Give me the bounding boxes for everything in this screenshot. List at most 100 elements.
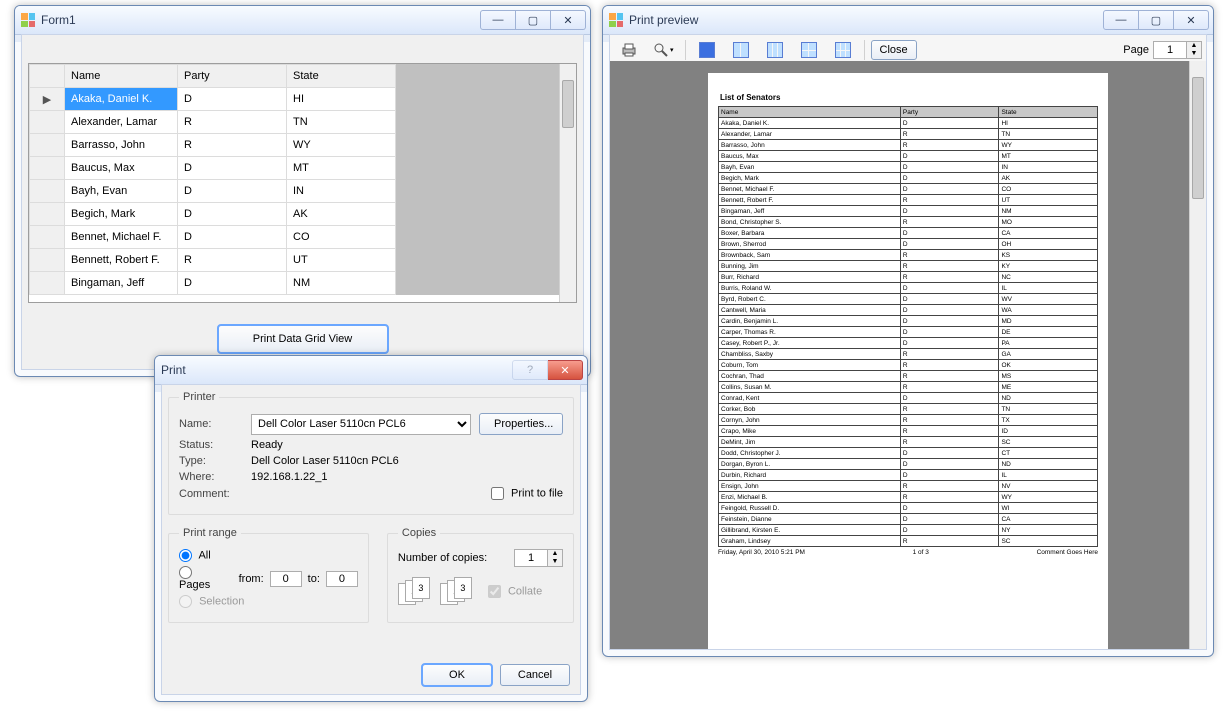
cell-state[interactable]: CO: [287, 226, 396, 249]
maximize-button[interactable]: ▢: [516, 10, 551, 30]
cell-name[interactable]: Baucus, Max: [65, 157, 178, 180]
preview-close-button[interactable]: Close: [871, 40, 917, 60]
table-row[interactable]: Bennet, Michael F.DCO: [30, 226, 560, 249]
cell-party[interactable]: R: [178, 249, 287, 272]
cell-name[interactable]: Begich, Mark: [65, 203, 178, 226]
print-icon[interactable]: [614, 39, 644, 61]
report-header-name: Name: [719, 107, 901, 118]
cell-party[interactable]: D: [178, 226, 287, 249]
table-row[interactable]: Barrasso, JohnRWY: [30, 134, 560, 157]
cancel-button[interactable]: Cancel: [500, 664, 570, 686]
row-header[interactable]: [30, 272, 65, 295]
form1-titlebar[interactable]: Form1 — ▢ ✕: [15, 6, 590, 35]
table-row[interactable]: Baucus, MaxDMT: [30, 157, 560, 180]
page-down[interactable]: ▼: [1187, 50, 1201, 58]
numcopies-input[interactable]: [514, 549, 548, 567]
grid-corner[interactable]: [30, 65, 65, 88]
numcopies-up[interactable]: ▲: [548, 550, 562, 558]
range-all-label: All: [198, 549, 210, 561]
one-page-icon[interactable]: [692, 39, 722, 61]
preview-titlebar[interactable]: Print preview — ▢ ✕: [603, 6, 1213, 35]
report-cell-name: Casey, Robert P., Jr.: [719, 338, 901, 349]
grid-header-name[interactable]: Name: [65, 65, 178, 88]
cell-party[interactable]: D: [178, 88, 287, 111]
cell-party[interactable]: D: [178, 180, 287, 203]
print-preview-window: Print preview — ▢ ✕ ▾ Close Page: [602, 5, 1214, 657]
report-cell-state: CT: [999, 448, 1098, 459]
table-row[interactable]: Bayh, EvanDIN: [30, 180, 560, 203]
printer-properties-button[interactable]: Properties...: [479, 413, 563, 435]
row-header[interactable]: [30, 111, 65, 134]
cell-state[interactable]: UT: [287, 249, 396, 272]
printer-name-select[interactable]: Dell Color Laser 5110cn PCL6: [251, 414, 471, 435]
page-up[interactable]: ▲: [1187, 42, 1201, 50]
minimize-button[interactable]: —: [1103, 10, 1139, 30]
cell-state[interactable]: MT: [287, 157, 396, 180]
page-input[interactable]: [1153, 41, 1187, 59]
table-row[interactable]: ▶Akaka, Daniel K.DHI: [30, 88, 560, 111]
row-header[interactable]: [30, 157, 65, 180]
to-label: to:: [308, 573, 320, 585]
cell-state[interactable]: HI: [287, 88, 396, 111]
report-cell-state: GA: [999, 349, 1098, 360]
cell-party[interactable]: D: [178, 157, 287, 180]
numcopies-spinner[interactable]: ▲▼: [514, 549, 563, 567]
cell-party[interactable]: R: [178, 134, 287, 157]
cell-name[interactable]: Bayh, Evan: [65, 180, 178, 203]
two-page-icon[interactable]: [726, 39, 756, 61]
preview-title: Print preview: [629, 13, 1097, 27]
row-header[interactable]: [30, 180, 65, 203]
cell-party[interactable]: R: [178, 111, 287, 134]
row-header[interactable]: [30, 203, 65, 226]
table-row[interactable]: Bingaman, JeffDNM: [30, 272, 560, 295]
grid-header-party[interactable]: Party: [178, 65, 287, 88]
row-header[interactable]: [30, 134, 65, 157]
grid-scrollbar[interactable]: [559, 64, 576, 302]
range-to-input[interactable]: [326, 571, 358, 587]
page-spinner[interactable]: ▲▼: [1153, 41, 1202, 59]
cell-state[interactable]: AK: [287, 203, 396, 226]
report-cell-party: R: [900, 481, 999, 492]
cell-name[interactable]: Barrasso, John: [65, 134, 178, 157]
cell-name[interactable]: Bennet, Michael F.: [65, 226, 178, 249]
grid-header-state[interactable]: State: [287, 65, 396, 88]
table-row[interactable]: Alexander, LamarRTN: [30, 111, 560, 134]
cell-name[interactable]: Akaka, Daniel K.: [65, 88, 178, 111]
range-all-radio[interactable]: [179, 549, 192, 562]
table-row[interactable]: Bennett, Robert F.RUT: [30, 249, 560, 272]
row-header[interactable]: [30, 249, 65, 272]
preview-scrollbar[interactable]: [1189, 61, 1206, 649]
printdlg-titlebar[interactable]: Print ? ✕: [155, 356, 587, 385]
cell-state[interactable]: TN: [287, 111, 396, 134]
cell-fill: [396, 203, 560, 226]
ok-button[interactable]: OK: [422, 664, 492, 686]
range-pages-radio[interactable]: [179, 566, 192, 579]
close-button[interactable]: ✕: [551, 10, 586, 30]
cell-state[interactable]: NM: [287, 272, 396, 295]
cell-name[interactable]: Bingaman, Jeff: [65, 272, 178, 295]
cell-name[interactable]: Alexander, Lamar: [65, 111, 178, 134]
print-data-grid-view-button[interactable]: Print Data Grid View: [218, 325, 388, 353]
cell-party[interactable]: D: [178, 272, 287, 295]
zoom-icon[interactable]: ▾: [648, 39, 679, 61]
minimize-button[interactable]: —: [480, 10, 516, 30]
maximize-button[interactable]: ▢: [1139, 10, 1174, 30]
range-from-input[interactable]: [270, 571, 302, 587]
cell-party[interactable]: D: [178, 203, 287, 226]
cell-state[interactable]: WY: [287, 134, 396, 157]
three-page-icon[interactable]: [760, 39, 790, 61]
close-button[interactable]: ✕: [1174, 10, 1209, 30]
close-button[interactable]: ✕: [548, 360, 583, 380]
data-grid-view[interactable]: Name Party State ▶Akaka, Daniel K.DHIAle…: [28, 63, 577, 303]
row-header[interactable]: ▶: [30, 88, 65, 111]
table-row[interactable]: Begich, MarkDAK: [30, 203, 560, 226]
cell-name[interactable]: Bennett, Robert F.: [65, 249, 178, 272]
four-page-icon[interactable]: [794, 39, 824, 61]
six-page-icon[interactable]: [828, 39, 858, 61]
preview-canvas[interactable]: List of Senators Name Party State Akaka,…: [610, 61, 1206, 649]
cell-state[interactable]: IN: [287, 180, 396, 203]
row-header[interactable]: [30, 226, 65, 249]
report-cell-state: OK: [999, 360, 1098, 371]
numcopies-down[interactable]: ▼: [548, 558, 562, 566]
print-to-file-checkbox[interactable]: [491, 487, 504, 500]
